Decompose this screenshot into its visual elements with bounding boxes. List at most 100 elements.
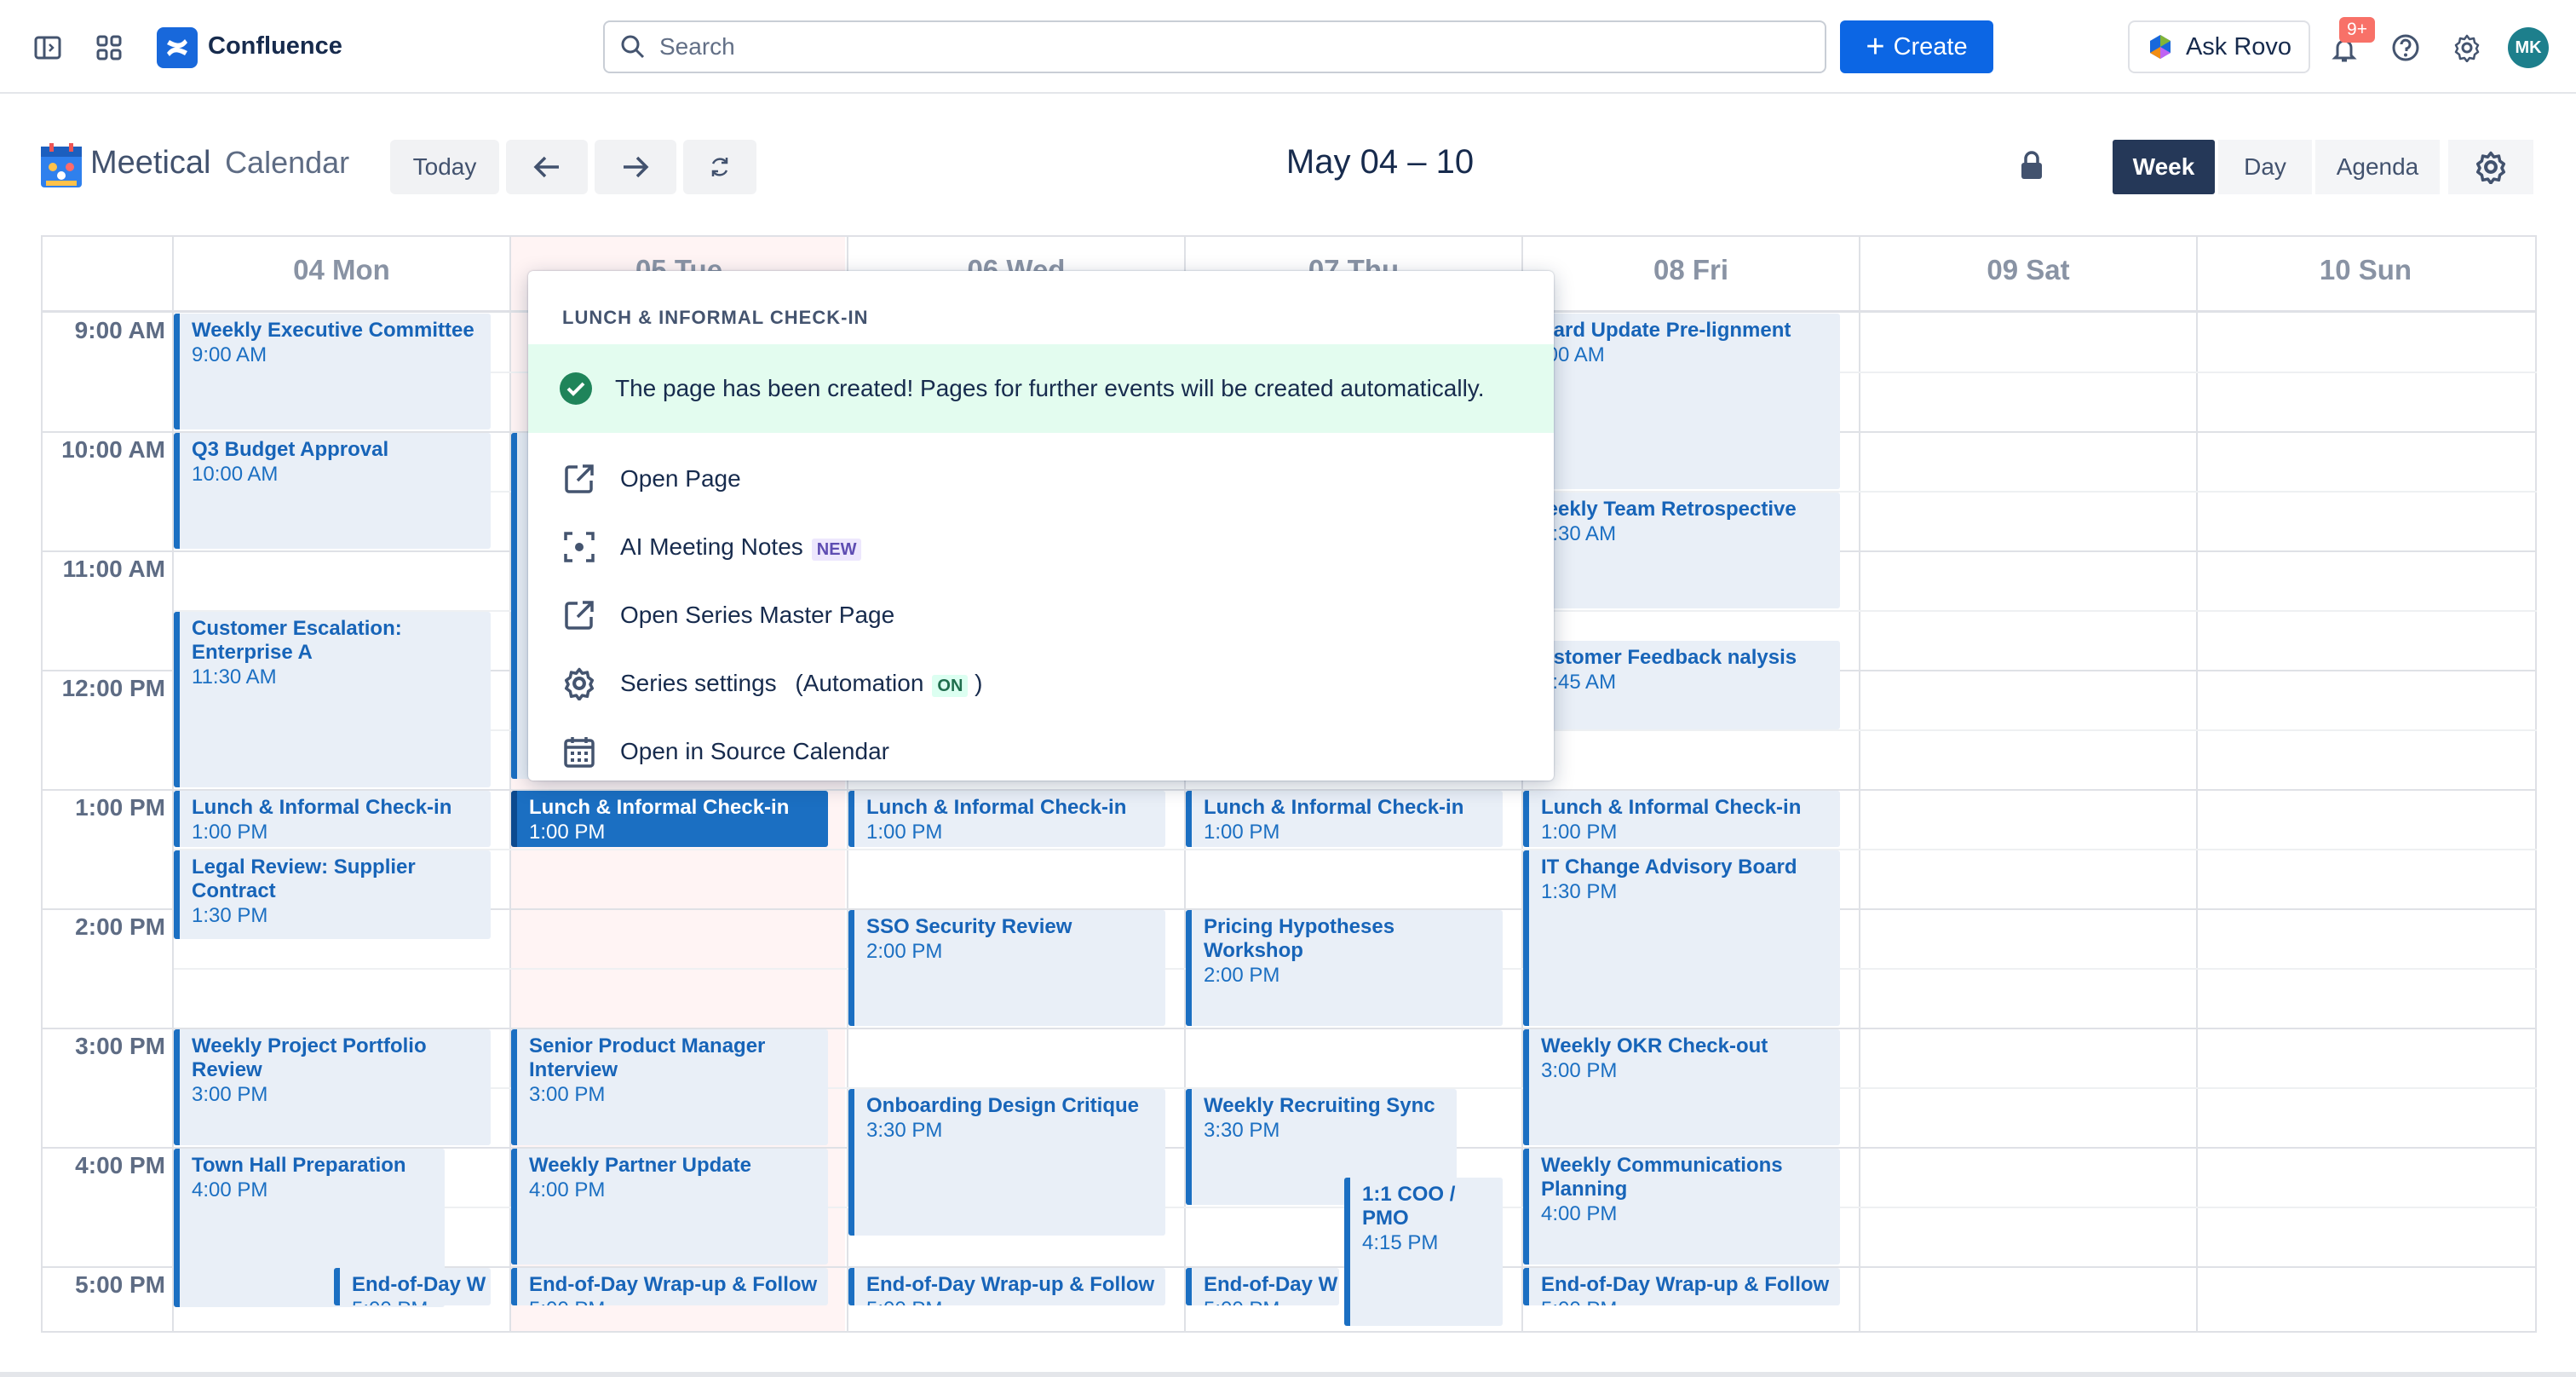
user-avatar[interactable]: MK (2508, 27, 2549, 68)
event-title: Weekly Communications Planning (1541, 1154, 1783, 1201)
day-header-sun[interactable]: 10 Sun (2198, 254, 2533, 291)
series-settings-menu-item[interactable]: Series settings (Automation ON ) (562, 658, 983, 709)
success-message: The page has been created! Pages for fur… (615, 375, 1485, 401)
help-icon[interactable] (2389, 31, 2423, 65)
search-box[interactable] (603, 20, 1826, 73)
event-card[interactable]: End-of-Day W 5:00 PM (334, 1268, 491, 1305)
event-card-selected[interactable]: Lunch & Informal Check-in 1:00 PM (511, 791, 828, 847)
settings-gear-icon[interactable] (2450, 31, 2484, 65)
brand-suffix: Calendar (225, 145, 350, 180)
event-time: 10:00 AM (192, 463, 279, 486)
app-switcher-icon[interactable] (92, 31, 126, 65)
refresh-button[interactable] (683, 140, 756, 194)
horizontal-scrollbar[interactable] (0, 1372, 2576, 1377)
agenda-view-button[interactable]: Agenda (2315, 140, 2440, 194)
event-time: 4:00 PM (529, 1178, 606, 1201)
event-card[interactable]: End-of-Day W 5:00 PM (1186, 1268, 1339, 1305)
event-title: SSO Security Review (866, 915, 1072, 938)
event-time: 1:45 AM (1541, 671, 1617, 694)
search-input[interactable] (659, 33, 1767, 60)
grid-vline (1859, 235, 1860, 1333)
event-time: 3:30 PM (1204, 1119, 1280, 1142)
open-series-master-menu-item[interactable]: Open Series Master Page (562, 590, 894, 641)
event-card[interactable]: Weekly Communications Planning 4:00 PM (1523, 1149, 1840, 1265)
week-view-button[interactable]: Week (2113, 140, 2215, 194)
open-page-menu-item[interactable]: Open Page (562, 453, 741, 504)
open-source-calendar-menu-item[interactable]: Open in Source Calendar (562, 726, 889, 777)
event-card[interactable]: End-of-Day Wrap-up & Follow 5:00 PM (848, 1268, 1165, 1305)
confluence-logo-icon[interactable] (157, 27, 198, 68)
calendar-icon (564, 737, 595, 768)
top-navigation-bar: Confluence + Create Ask Rovo 9+ MK (0, 0, 2576, 94)
event-card[interactable]: Weekly Executive Committee 9:00 AM (174, 314, 491, 429)
event-title: Pricing Hypotheses Workshop (1204, 915, 1395, 962)
event-card[interactable]: Onboarding Design Critique 3:30 PM (848, 1089, 1165, 1236)
event-title: oard Update Pre-lignment (1541, 319, 1791, 342)
event-time: 0:30 AM (1541, 522, 1617, 545)
event-time: :00 AM (1541, 343, 1605, 366)
event-card[interactable]: 1:1 COO / PMO 4:15 PM (1344, 1178, 1503, 1326)
ask-rovo-button[interactable]: Ask Rovo (2128, 20, 2310, 73)
event-card[interactable]: Weekly Partner Update 4:00 PM (511, 1149, 828, 1265)
sidebar-toggle-icon[interactable] (31, 31, 65, 65)
day-header-sat[interactable]: 09 Sat (1860, 254, 2196, 291)
event-title: End-of-Day Wrap-up & Follow (529, 1273, 818, 1296)
menu-item-label: Open in Source Calendar (620, 738, 889, 764)
time-label: 4:00 PM (75, 1152, 165, 1178)
event-title: End-of-Day Wrap-up & Follow (866, 1273, 1155, 1296)
day-view-button[interactable]: Day (2218, 140, 2312, 194)
event-title: End-of-Day W (1204, 1273, 1338, 1296)
event-card[interactable]: /eekly Team Retrospective 0:30 AM (1523, 493, 1840, 608)
previous-week-button[interactable] (506, 140, 588, 194)
event-card[interactable]: Q3 Budget Approval 10:00 AM (174, 433, 491, 549)
arrow-right-icon (624, 156, 649, 178)
event-card[interactable]: Lunch & Informal Check-in 1:00 PM (174, 791, 491, 847)
day-header-mon[interactable]: 04 Mon (174, 254, 509, 291)
menu-item-label: Open Page (620, 465, 741, 492)
event-title: Lunch & Informal Check-in (1541, 796, 1802, 819)
series-settings-label: Series settings (620, 670, 777, 696)
event-card[interactable]: Senior Product Manager Interview 3:00 PM (511, 1029, 828, 1145)
event-card[interactable]: Weekly OKR Check-out 3:00 PM (1523, 1029, 1840, 1145)
ask-rovo-label: Ask Rovo (2185, 32, 2292, 60)
create-button[interactable]: + Create (1840, 20, 1993, 73)
event-title: Weekly Recruiting Sync (1204, 1094, 1435, 1117)
notification-badge: 9+ (2339, 17, 2375, 43)
event-card[interactable]: Lunch & Informal Check-in 1:00 PM (1186, 791, 1503, 847)
event-card[interactable]: SSO Security Review 2:00 PM (848, 910, 1165, 1026)
event-card[interactable]: Legal Review: Supplier Contract 1:30 PM (174, 850, 491, 939)
event-card[interactable]: ustomer Feedback nalysis 1:45 AM (1523, 641, 1840, 729)
calendar-settings-button[interactable] (2448, 140, 2533, 194)
event-card[interactable]: End-of-Day Wrap-up & Follow 5:00 PM (1523, 1268, 1840, 1305)
menu-item-label: Open Series Master Page (620, 602, 895, 628)
event-time: 5:00 PM (866, 1297, 1157, 1305)
event-card[interactable]: oard Update Pre-lignment :00 AM (1523, 314, 1840, 489)
event-title: Lunch & Informal Check-in (866, 796, 1127, 819)
ai-meeting-notes-menu-item[interactable]: AI Meeting Notes NEW (562, 521, 862, 573)
event-title: End-of-Day W (352, 1273, 486, 1296)
event-title: 1:1 COO / PMO (1362, 1183, 1456, 1230)
event-card[interactable]: End-of-Day Wrap-up & Follow 5:00 PM (511, 1268, 828, 1305)
event-card[interactable]: Lunch & Informal Check-in 1:00 PM (1523, 791, 1840, 847)
today-button[interactable]: Today (390, 140, 499, 194)
event-card[interactable]: Customer Escalation: Enterprise A 11:30 … (174, 612, 491, 787)
next-week-button[interactable] (595, 140, 676, 194)
event-card[interactable]: Weekly Project Portfolio Review 3:00 PM (174, 1029, 491, 1145)
event-title: Customer Escalation: Enterprise A (192, 617, 402, 664)
meetical-logo-icon (41, 143, 82, 189)
time-label: 2:00 PM (75, 913, 165, 940)
lock-icon[interactable] (2019, 150, 2046, 182)
event-time: 2:00 PM (1204, 964, 1280, 987)
time-label: 11:00 AM (62, 556, 165, 582)
day-header-fri[interactable]: 08 Fri (1523, 254, 1859, 291)
time-label: 1:00 PM (75, 794, 165, 821)
app-name[interactable]: Confluence (208, 32, 342, 60)
event-card[interactable]: Pricing Hypotheses Workshop 2:00 PM (1186, 910, 1503, 1026)
new-badge: NEW (811, 539, 862, 561)
event-card[interactable]: Lunch & Informal Check-in 1:00 PM (848, 791, 1165, 847)
plus-icon: + (1866, 29, 1885, 65)
event-card[interactable]: IT Change Advisory Board 1:30 PM (1523, 850, 1840, 1026)
grid-halfhour-line (174, 849, 2537, 850)
ai-notes-label: AI Meeting Notes (620, 533, 803, 560)
time-label: 10:00 AM (61, 436, 165, 463)
